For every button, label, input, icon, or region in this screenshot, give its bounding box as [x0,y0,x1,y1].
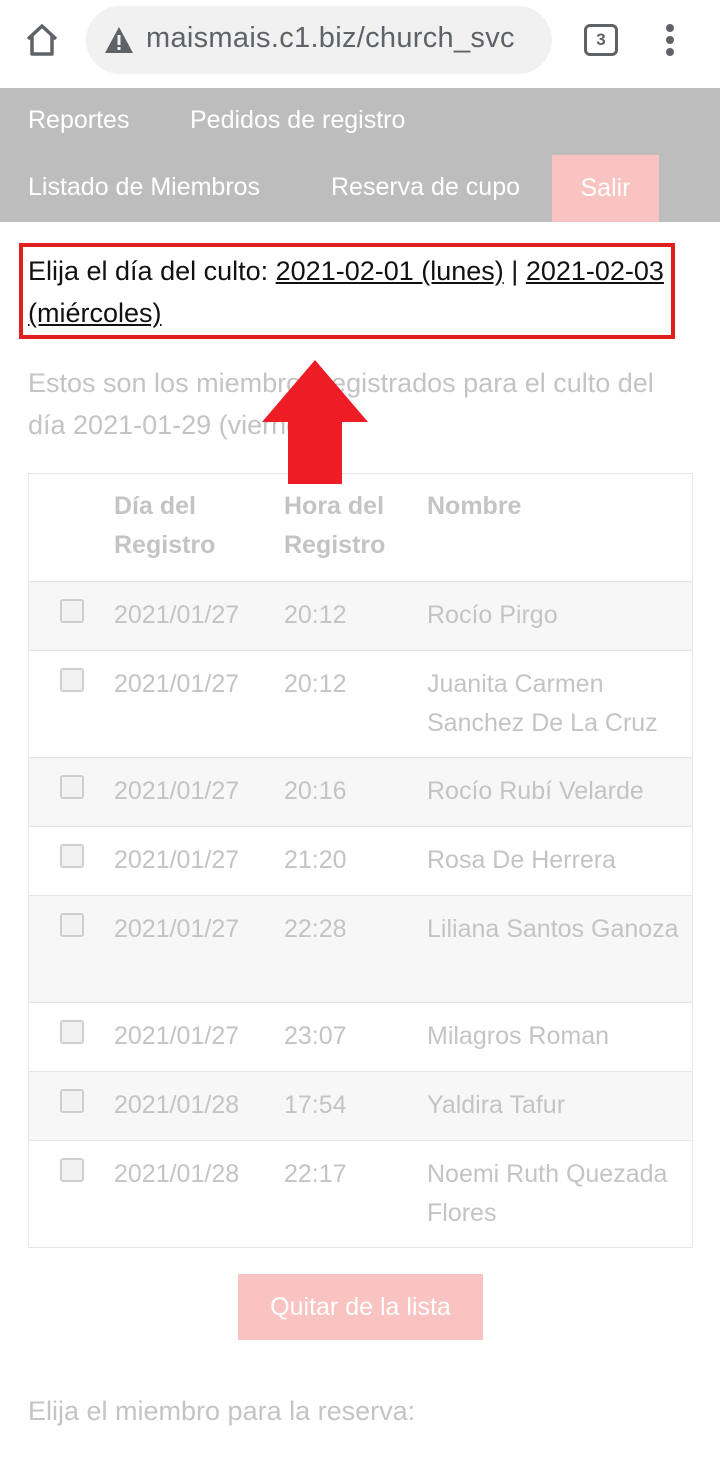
table-row: 2021/01/27 20:12 Rocío Pirgo [29,581,692,650]
row-checkbox[interactable] [60,1158,84,1182]
row-date: 2021/01/27 [114,1022,240,1050]
row-name: Rocío Pirgo [427,601,558,629]
day-chooser-label: Elija el día del culto: [28,256,276,286]
row-date: 2021/01/27 [114,601,240,629]
nav-salir-button[interactable]: Salir [552,155,659,222]
row-name: Rosa De Herrera [427,846,616,874]
table-row: 2021/01/27 22:28 Liliana Santos Ganoza [29,895,692,1002]
row-checkbox[interactable] [60,775,84,799]
nav-reserva-de-cupo[interactable]: Reserva de cupo [331,173,520,202]
header-date: Día del Registro [114,492,216,559]
row-name: Noemi Ruth Quezada Flores [427,1160,668,1227]
row-checkbox[interactable] [60,913,84,937]
header-time: Hora del Registro [284,492,386,559]
table-row: 2021/01/27 20:16 Rocío Rubí Velarde [29,757,692,826]
more-vert-icon[interactable] [660,22,680,62]
row-time: 20:12 [284,601,347,629]
row-name: Juanita Carmen Sanchez De La Cruz [427,670,658,737]
table-row: 2021/01/28 17:54 Yaldira Tafur [29,1071,692,1140]
row-time: 22:17 [284,1160,347,1188]
row-checkbox[interactable] [60,1089,84,1113]
nav-reportes[interactable]: Reportes [28,106,129,135]
warning-triangle-icon [105,27,133,53]
day-separator: | [503,256,526,286]
day-chooser: Elija el día del culto: 2021-02-01 (lune… [28,250,678,334]
row-date: 2021/01/27 [114,777,240,805]
row-date: 2021/01/28 [114,1160,240,1188]
row-checkbox[interactable] [60,599,84,623]
remove-from-list-button[interactable]: Quitar de la lista [238,1274,483,1340]
table-row: 2021/01/28 22:17 Noemi Ruth Quezada Flor… [29,1140,692,1247]
row-checkbox[interactable] [60,844,84,868]
main-nav: Reportes Pedidos de registro Listado de … [0,88,720,222]
row-time: 17:54 [284,1091,347,1119]
nav-listado-de-miembros[interactable]: Listado de Miembros [28,173,260,202]
row-time: 21:20 [284,846,347,874]
home-icon[interactable] [20,18,64,62]
table-header-row: Día del Registro Hora del Registro Nombr… [29,474,692,581]
row-time: 20:16 [284,777,347,805]
table-row: 2021/01/27 23:07 Milagros Roman [29,1002,692,1071]
row-time: 23:07 [284,1022,347,1050]
row-checkbox[interactable] [60,1020,84,1044]
members-table: Día del Registro Hora del Registro Nombr… [28,473,693,1248]
row-time: 22:28 [284,915,347,943]
row-name: Rocío Rubí Velarde [427,777,644,805]
address-bar[interactable]: maismais.c1.biz/church_svc [86,6,552,74]
row-date: 2021/01/28 [114,1091,240,1119]
row-checkbox[interactable] [60,668,84,692]
nav-pedidos-de-registro[interactable]: Pedidos de registro [190,106,405,135]
row-date: 2021/01/27 [114,915,240,943]
header-name: Nombre [427,492,522,520]
row-date: 2021/01/27 [114,670,240,698]
up-arrow-icon [262,360,368,484]
row-time: 20:12 [284,670,347,698]
table-row: 2021/01/27 21:20 Rosa De Herrera [29,826,692,895]
table-row: 2021/01/27 20:12 Juanita Carmen Sanchez … [29,650,692,757]
row-name: Yaldira Tafur [427,1091,566,1119]
browser-toolbar: maismais.c1.biz/church_svc 3 [0,0,720,88]
day-link-2021-02-01[interactable]: 2021-02-01 (lunes) [276,256,504,286]
row-date: 2021/01/27 [114,846,240,874]
row-name: Milagros Roman [427,1022,610,1050]
row-name: Liliana Santos Ganoza [427,915,679,943]
tab-switcher-button[interactable]: 3 [584,24,618,56]
url-text: maismais.c1.biz/church_svc [146,22,515,54]
choose-member-label: Elija el miembro para la reserva: [28,1396,416,1426]
